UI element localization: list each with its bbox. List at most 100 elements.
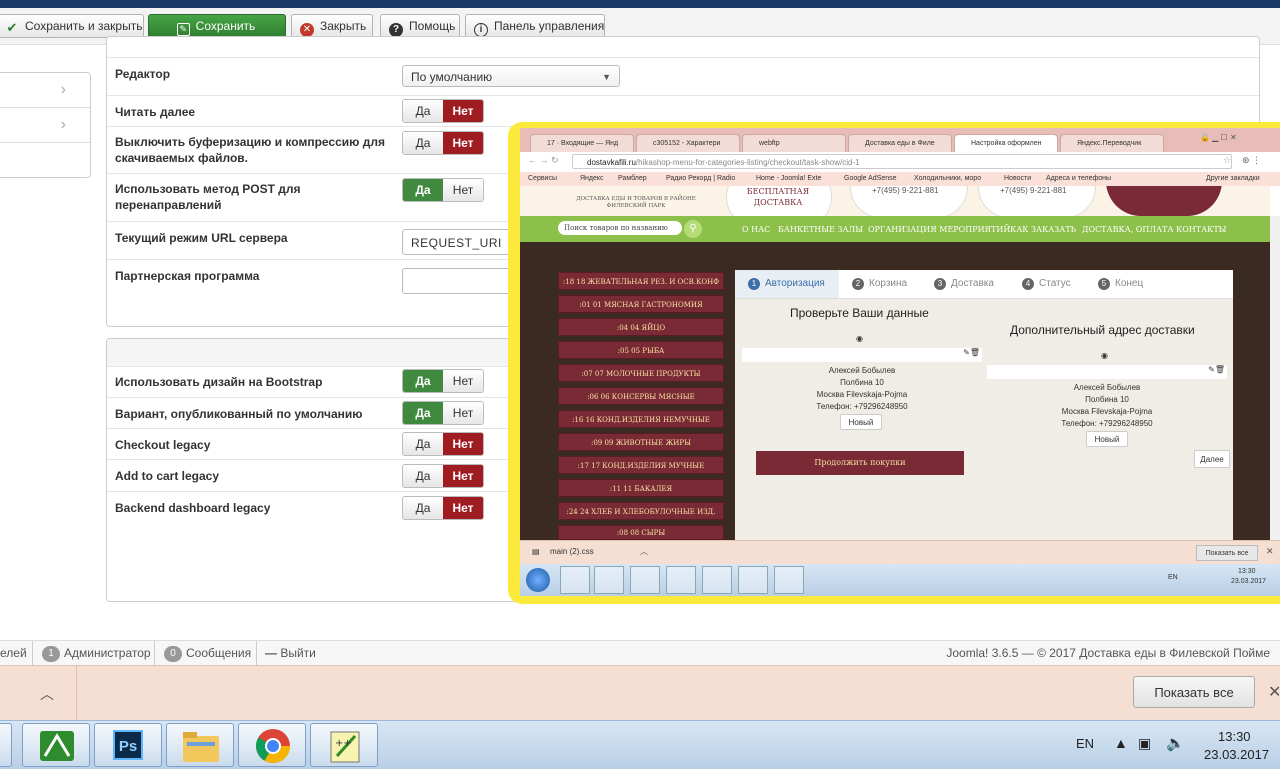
yes-option[interactable]: Да [403, 370, 443, 392]
taskbar-app-chrome[interactable] [238, 723, 306, 767]
nested-tab[interactable]: Яндекс.Переводчик [1060, 134, 1164, 152]
star-icon[interactable]: ☆ [1223, 155, 1231, 166]
nested-taskbar-app[interactable] [666, 566, 696, 594]
checkout-step[interactable]: 4 Статус [1022, 278, 1071, 290]
nested-clock-date[interactable]: 23.03.2017 [1231, 578, 1266, 585]
category-link[interactable]: :11 11 БАКАЛЕЯ [558, 479, 724, 497]
continue-shopping-button[interactable]: Продолжить покупки [756, 451, 964, 475]
download-filename[interactable]: main (2).css [550, 547, 594, 556]
category-link[interactable]: :09 09 ЖИВОТНЫЕ ЖИРЫ [558, 433, 724, 451]
category-link[interactable]: :01 01 МЯСНАЯ ГАСТРОНОМИЯ [558, 295, 724, 313]
new-address-button[interactable]: Новый [1086, 431, 1128, 447]
category-link[interactable]: :17 17 КОНД.ИЗДЕЛИЯ МУЧНЫЕ [558, 456, 724, 474]
backend-legacy-toggle[interactable]: Да Нет [402, 496, 484, 520]
no-option[interactable]: Нет [443, 132, 483, 154]
bookmark[interactable]: Радио Рекорд | Radio [666, 172, 735, 186]
no-option[interactable]: Нет [443, 497, 483, 519]
chevron-up-icon[interactable]: ︿ [640, 546, 648, 557]
taskbar-app-notepad[interactable]: ++ [310, 723, 378, 767]
extension-icon[interactable]: ⊛ ⋮ [1242, 155, 1261, 166]
checkout-step-active[interactable]: 1 Авторизация [748, 278, 825, 290]
clock-time[interactable]: 13:30 [1218, 729, 1251, 744]
clock-date[interactable]: 23.03.2017 [1204, 747, 1269, 762]
bookmark[interactable]: Google AdSense [844, 172, 897, 186]
nested-window-controls[interactable]: 🔒 ▁ ☐ ✕ [1200, 133, 1237, 142]
taskbar-app-greenshot[interactable] [22, 723, 90, 767]
site-nav-link[interactable]: КОНТАКТЫ [1176, 225, 1227, 234]
nested-url-bar[interactable]: dostavkafili.ru/hikashop-menu-for-catego… [572, 154, 1232, 169]
language-indicator[interactable]: EN [1076, 736, 1094, 751]
category-link[interactable]: :07 07 МОЛОЧНЫЕ ПРОДУКТЫ [558, 364, 724, 382]
windows-start-icon[interactable] [526, 568, 550, 592]
search-icon[interactable]: ⚲ [684, 220, 702, 238]
yes-option[interactable]: Да [403, 433, 443, 455]
new-address-button[interactable]: Новый [840, 414, 882, 430]
yes-option[interactable]: Да [403, 465, 443, 487]
category-link[interactable]: :24 24 ХЛЕБ И ХЛЕБОБУЛОЧНЫЕ ИЗД. [558, 502, 724, 520]
readmore-toggle[interactable]: Да Нет [402, 99, 484, 123]
control-panel-button[interactable]: i Панель управления [465, 14, 605, 38]
other-bookmarks[interactable]: Другие закладки [1206, 172, 1260, 186]
show-all-downloads-button[interactable]: Показать все [1133, 676, 1255, 708]
category-link[interactable]: :05 05 РЫБА [558, 341, 724, 359]
default-variant-toggle[interactable]: Да Нет [402, 401, 484, 425]
checkout-step[interactable]: 3 Доставка [934, 278, 994, 290]
yes-option[interactable]: Да [403, 132, 443, 154]
nested-taskbar-app[interactable] [774, 566, 804, 594]
checkout-legacy-toggle[interactable]: Да Нет [402, 432, 484, 456]
bookmark[interactable]: Новости [1004, 172, 1031, 186]
no-option[interactable]: Нет [443, 433, 483, 455]
site-nav-link[interactable]: ДОСТАВКА, ОПЛАТА [1082, 225, 1173, 234]
taskbar-app-partial[interactable] [0, 723, 12, 767]
category-link[interactable]: :08 08 СЫРЫ [558, 525, 724, 540]
close-icon[interactable]: ✕ [1268, 682, 1280, 702]
taskbar-app-photoshop[interactable]: Ps [94, 723, 162, 767]
save-close-button[interactable]: ✔ Сохранить и закрыть [0, 14, 144, 38]
nested-tab[interactable]: Доставка еды в Филе [848, 134, 952, 152]
yes-option[interactable]: Да [403, 497, 443, 519]
category-link[interactable]: :16 16 КОНД.ИЗДЕЛИЯ НЕМУЧНЫЕ [558, 410, 724, 428]
bookmark[interactable]: Сервисы [528, 172, 557, 186]
category-link[interactable]: :18 18 ЖЕВАТЕЛЬНАЯ РЕЗ. И ОСВ.КОНФ [558, 272, 724, 290]
yes-option[interactable]: Да [403, 100, 443, 122]
taskbar-app-explorer[interactable] [166, 723, 234, 767]
category-link[interactable]: :04 04 ЯЙЦО [558, 318, 724, 336]
nested-tab-active[interactable]: Настройка оформлен [954, 134, 1058, 152]
site-nav-link[interactable]: О НАС [742, 225, 770, 234]
site-nav-link[interactable]: БАНКЕТНЫЕ ЗАЛЫ [778, 225, 863, 234]
nested-nav-icons[interactable]: ← → ↻ [528, 155, 559, 166]
next-button[interactable]: Далее [1194, 450, 1230, 468]
nested-show-all-button[interactable]: Показать все [1196, 545, 1258, 561]
left-nav-item[interactable]: › [0, 108, 90, 143]
chevron-up-icon[interactable]: ︿ [40, 684, 54, 704]
nested-clock-time[interactable]: 13:30 [1238, 568, 1256, 575]
addtocart-legacy-toggle[interactable]: Да Нет [402, 464, 484, 488]
buffering-toggle[interactable]: Да Нет [402, 131, 484, 155]
edit-delete-icons[interactable]: ✎🗑 [1208, 365, 1225, 374]
no-option[interactable]: Нет [443, 179, 483, 201]
close-button[interactable]: ✕ Закрыть [291, 14, 373, 38]
site-nav-link[interactable]: ОРГАНИЗАЦИЯ МЕРОПРИЯТИЙ [868, 225, 1010, 234]
no-option[interactable]: Нет [443, 465, 483, 487]
radio-icon[interactable]: ◉ [1101, 351, 1108, 360]
post-redirect-toggle[interactable]: Да Нет [402, 178, 484, 202]
yes-option[interactable]: Да [403, 179, 443, 201]
bookmark[interactable]: Адреса и телефоны [1046, 172, 1111, 186]
nested-tab[interactable]: 17 · Входящие — Янд [530, 134, 634, 152]
nested-scrollbar[interactable] [1270, 216, 1280, 540]
nested-taskbar-app[interactable] [738, 566, 768, 594]
nested-tab[interactable]: webftp [742, 134, 846, 152]
bookmark[interactable]: Рамблер [618, 172, 647, 186]
radio-icon[interactable]: ◉ [856, 334, 863, 343]
checkout-step[interactable]: 5 Конец [1098, 278, 1143, 290]
no-option[interactable]: Нет [443, 100, 483, 122]
help-button[interactable]: ? Помощь [380, 14, 460, 38]
tray-arrow-icon[interactable]: ▲ [1114, 735, 1128, 751]
bookmark[interactable]: Home - Joomla! Exte [756, 172, 821, 186]
edit-delete-icons[interactable]: ✎🗑 [963, 348, 980, 357]
save-button[interactable]: ✎ Сохранить [148, 14, 286, 38]
bookmark[interactable]: Яндекс [580, 172, 604, 186]
left-nav-item[interactable] [0, 143, 90, 177]
nested-taskbar-app[interactable] [630, 566, 660, 594]
left-nav-item[interactable]: › [0, 73, 90, 108]
